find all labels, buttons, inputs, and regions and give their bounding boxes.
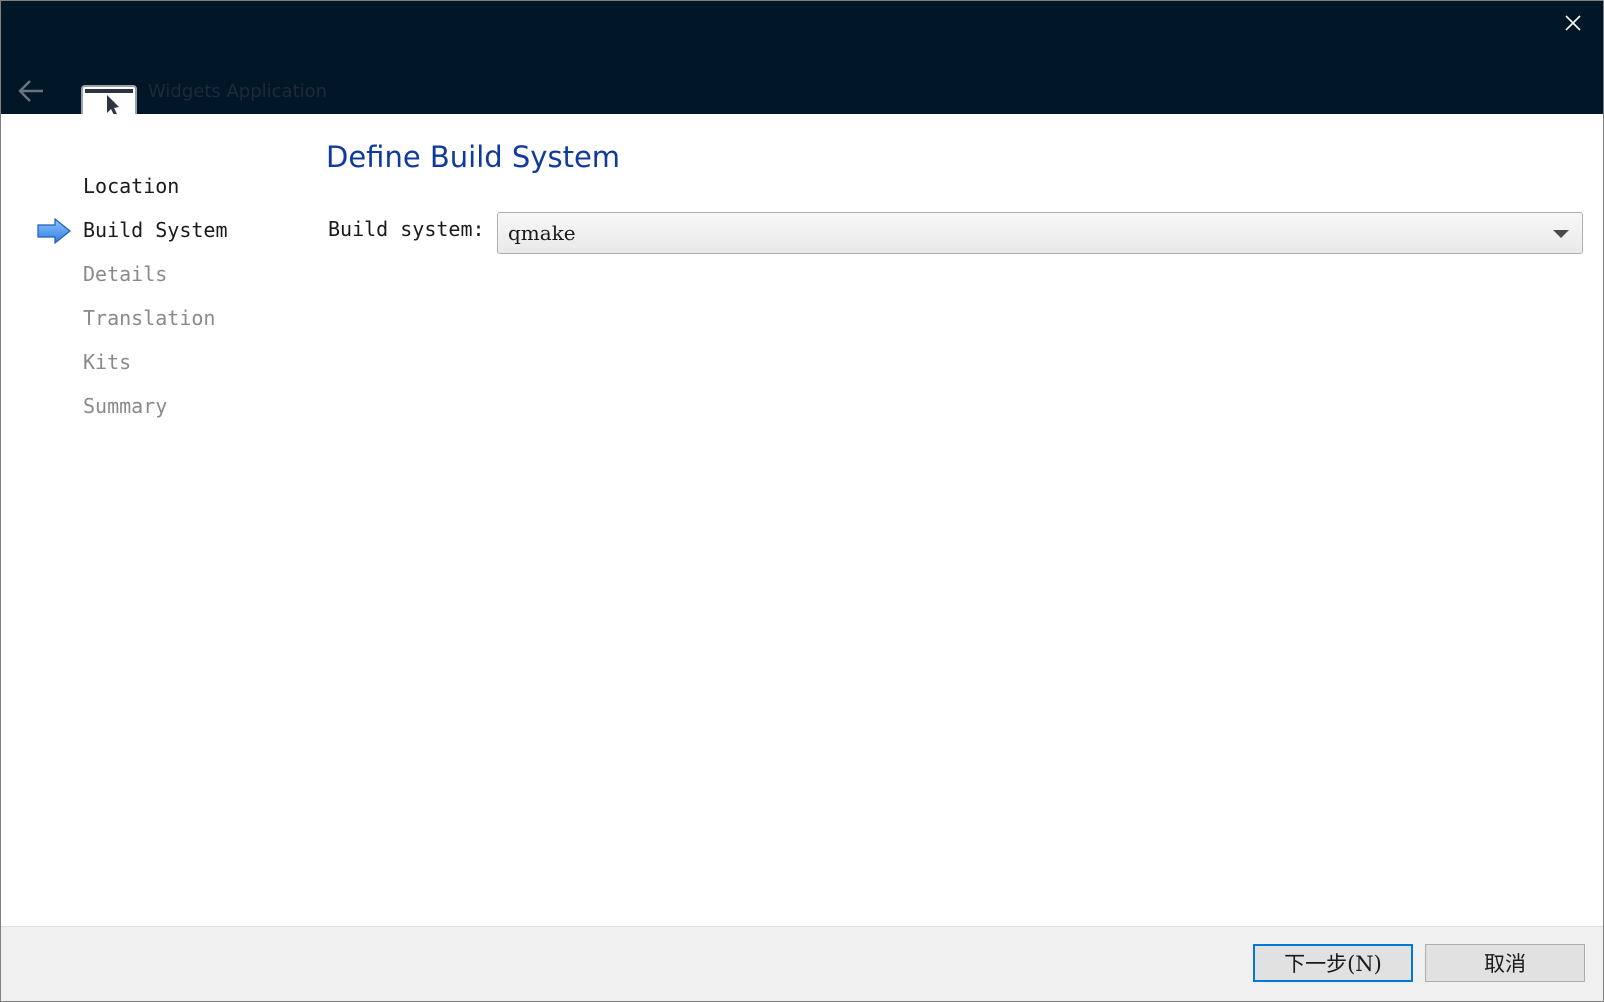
chevron-down-icon xyxy=(1553,230,1569,238)
step-summary: Summary xyxy=(83,394,168,418)
step-translation: Translation xyxy=(83,306,216,330)
step-kits: Kits xyxy=(83,350,132,374)
close-button[interactable] xyxy=(1553,5,1593,41)
build-system-value: qmake xyxy=(508,221,576,245)
wizard-window: Widgets Application Location Build Syste… xyxy=(0,0,1604,1002)
build-system-select[interactable]: qmake xyxy=(497,212,1583,254)
back-button[interactable] xyxy=(13,73,49,109)
back-arrow-icon[interactable] xyxy=(17,79,45,103)
close-icon[interactable] xyxy=(1563,13,1583,33)
title-bar: Widgets Application xyxy=(1,1,1603,114)
step-build-system: Build System xyxy=(83,218,228,242)
window-title: Widgets Application xyxy=(148,81,328,102)
next-button[interactable]: 下一步(N) xyxy=(1253,944,1413,982)
wizard-footer: 下一步(N) 取消 xyxy=(1,926,1603,1001)
step-location: Location xyxy=(83,174,180,198)
step-details: Details xyxy=(83,262,168,286)
arrow-right-icon xyxy=(37,218,71,244)
wizard-steps: Location Build System Details Translatio… xyxy=(1,114,311,926)
widgets-app-icon xyxy=(81,85,137,114)
page-title: Define Build System xyxy=(326,140,621,174)
wizard-content: Location Build System Details Translatio… xyxy=(1,114,1603,926)
build-system-label: Build system: xyxy=(328,217,485,241)
cancel-button[interactable]: 取消 xyxy=(1425,944,1585,982)
